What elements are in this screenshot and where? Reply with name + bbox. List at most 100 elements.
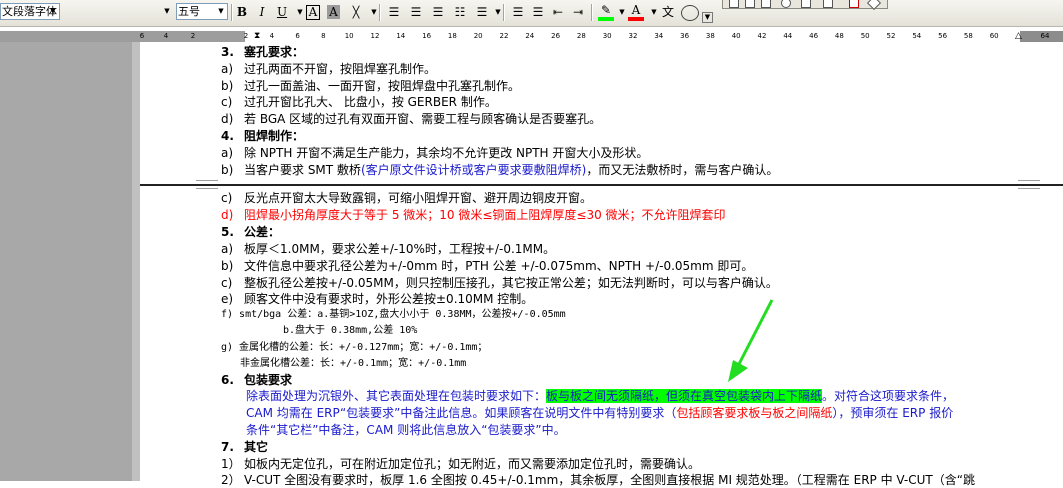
ruler-number: 58 <box>963 32 973 40</box>
font-name-combo[interactable]: ▼ <box>62 3 174 20</box>
line-text: 整板孔径公差按+/-0.05MM，则只控制压接孔，其它按正常公差；如无法判断时，… <box>244 275 778 290</box>
encircle-icon[interactable] <box>681 5 699 21</box>
heading-text: 塞孔要求： <box>244 45 305 59</box>
globe-icon[interactable] <box>849 0 859 8</box>
page-gutter <box>132 42 140 481</box>
list-label: 4. <box>221 129 234 143</box>
window-icon[interactable] <box>745 0 755 8</box>
window-icon[interactable] <box>729 0 739 8</box>
decrease-indent-icon[interactable]: ⇤ <box>550 3 566 22</box>
bold-icon[interactable]: B <box>234 3 250 22</box>
ruler-number: 36 <box>680 32 690 40</box>
font-size-combo[interactable]: 五号 ▼ <box>176 3 228 20</box>
ruler-number: 14 <box>396 32 406 40</box>
justify-icon[interactable]: ☷ <box>452 3 468 22</box>
list-label: a) <box>221 145 234 160</box>
margin-mark <box>1018 180 1040 181</box>
style-combo[interactable]: 文段落字体 ▼ <box>0 3 60 20</box>
ruler-number: 52 <box>886 32 896 40</box>
list-label: b) <box>221 163 234 177</box>
align-left-icon[interactable]: ☰ <box>386 3 402 22</box>
line-text: ，而又无法敷桥时，需与客户确认。 <box>586 163 779 177</box>
ruler-number: 60 <box>989 32 999 40</box>
char-shading-icon[interactable]: A <box>327 5 340 19</box>
list-label: e) <box>221 292 234 307</box>
right-indent-marker[interactable]: △ <box>1015 31 1022 42</box>
chevron-down-icon[interactable]: ▼ <box>161 4 173 19</box>
line-spacing-icon[interactable]: ☰ <box>474 3 490 22</box>
line-text: 当客户要求 SMT 敷桥 <box>244 163 361 177</box>
list-label: c) <box>221 95 233 110</box>
paragraph-line[interactable]: b.盘大于 0.38mm,公差 10% <box>283 323 417 339</box>
ruler-number: 10 <box>344 32 354 40</box>
chevron-down-icon[interactable]: ▼ <box>215 4 227 19</box>
first-line-indent-marker[interactable]: ⧗ <box>254 31 260 42</box>
ruler-number: 56 <box>938 32 948 40</box>
bullets-icon[interactable]: ☰ <box>530 3 546 22</box>
line-text: 如板内无定位孔，可在附近加定位孔；如无附近，而又需要添加定位孔时，需要确认。 <box>244 457 701 471</box>
line-text: 过孔一面盖油、一面开窗，按阻焊盘中孔塞孔制作。 <box>244 78 521 93</box>
line-text-blue: 除表面处理为沉银外、其它表面处理在包装时要求如下： <box>246 389 547 403</box>
window-icon[interactable] <box>761 0 771 8</box>
font-size-value: 五号 <box>178 5 200 18</box>
ruler-number: 64 <box>1040 32 1050 40</box>
horizontal-ruler[interactable]: 6 4 2 2 4 6 8 10 12 14 16 18 20 22 24 26 28 30 32 34 36 38 40 4… <box>0 31 1063 42</box>
char-border-icon[interactable]: A <box>306 5 320 20</box>
paragraph-line[interactable]: 除表面处理为沉银外、其它表面处理在包装时要求如下：板与板之间无须隔纸，但须在真空… <box>246 388 954 404</box>
italic-icon[interactable]: I <box>254 3 270 22</box>
list-label: b) <box>221 78 234 93</box>
highlighted-text: 板与板之间无须隔纸，但须在真空包装袋内上下隔纸 <box>546 389 823 403</box>
diamond-icon[interactable] <box>866 0 882 11</box>
ruler-number: 38 <box>705 32 715 40</box>
paragraph-line[interactable]: 非金属化槽公差：长：+/-0.1mm；宽：+/-0.1mm <box>240 356 466 372</box>
paragraph-line[interactable]: g) 金属化槽的公差：长：+/-0.127mm；宽：+/-0.1mm； <box>221 340 487 356</box>
line-text: 反光点开窗太大导致露铜，可缩小阻焊开窗、避开周边铜皮开窗。 <box>244 191 593 205</box>
page-left-margin-area <box>0 42 132 481</box>
paragraph-line[interactable]: CAM 均需在 ERP“包装要求”中备注此信息。如果顾客在说明文件中有特别要求（… <box>246 405 953 421</box>
line-text-blue: 。对符合这项要求条件， <box>822 389 955 403</box>
document-icon[interactable] <box>801 0 811 8</box>
char-scale-icon[interactable]: ╳ <box>348 3 364 22</box>
underline-icon[interactable]: U <box>274 3 290 22</box>
list-label: c) <box>221 191 233 205</box>
line-text: 过孔两面不开窗，按阻焊塞孔制作。 <box>244 61 437 76</box>
font-color-icon[interactable]: A <box>628 3 644 21</box>
increase-indent-icon[interactable]: ⇥ <box>570 3 586 22</box>
star-icon[interactable] <box>781 0 791 8</box>
line-text: V-CUT 全图没有要求时，板厚 1.6 全图按 0.45+/-0.1mm，其余… <box>244 473 975 487</box>
margin-mark <box>196 188 218 189</box>
heading-text: 其它 <box>244 440 269 454</box>
list-label: 7. <box>221 440 234 454</box>
highlight-icon[interactable]: ✎ <box>598 3 614 21</box>
line-text: 文件信息中要求孔径公差为+/-0mm 时，PTH 公差 +/-0.075mm、N… <box>244 258 754 273</box>
ruler-number: 24 <box>525 32 535 40</box>
phonetic-icon[interactable]: 文 <box>660 3 676 22</box>
list-label: 2） <box>221 473 241 487</box>
chevron-down-icon[interactable]: ▼ <box>47 4 59 19</box>
toolbar-options-icon[interactable]: ▼ <box>702 12 713 23</box>
list-label: a) <box>221 241 234 256</box>
numbering-icon[interactable]: ☰ <box>510 3 526 22</box>
ruler-number: 26 <box>551 32 561 40</box>
line-text-blue: ），预审须在 ERP 报价 <box>832 406 954 420</box>
ruler-number: 40 <box>731 32 741 40</box>
ruler-number: 44 <box>783 32 793 40</box>
ruler-number: 18 <box>447 32 457 40</box>
ruler-number: 22 <box>499 32 509 40</box>
line-text: 阻焊最小拐角厚度大于等于 5 微米；10 微米≤铜面上阻焊厚度≤30 微米；不允… <box>244 207 726 222</box>
line-text: 过孔开窗比孔大、 比盘小，按 GERBER 制作。 <box>244 95 497 110</box>
list-label: 5. <box>221 224 234 239</box>
line-text-red: 包括顾客要求板与板之间隔纸 <box>676 406 833 420</box>
ruler-number: 30 <box>602 32 612 40</box>
align-right-icon[interactable]: ☰ <box>430 3 446 22</box>
camera-icon[interactable] <box>823 0 833 8</box>
list-label: 1） <box>221 457 241 471</box>
paragraph-line[interactable]: f) smt/bga 公差：a.基铜>1OZ,盘大小小于 0.38MM，公差按+… <box>221 307 566 323</box>
list-label: d) <box>221 112 234 127</box>
ruler-number: 34 <box>654 32 664 40</box>
paragraph-line[interactable]: 条件“其它栏”中备注，CAM 则将此信息放入“包装要求”中。 <box>246 422 566 438</box>
align-center-icon[interactable]: ☰ <box>408 3 424 22</box>
ruler-number: 12 <box>370 32 380 40</box>
heading-text: 公差： <box>244 224 281 239</box>
list-label: b) <box>221 258 234 273</box>
